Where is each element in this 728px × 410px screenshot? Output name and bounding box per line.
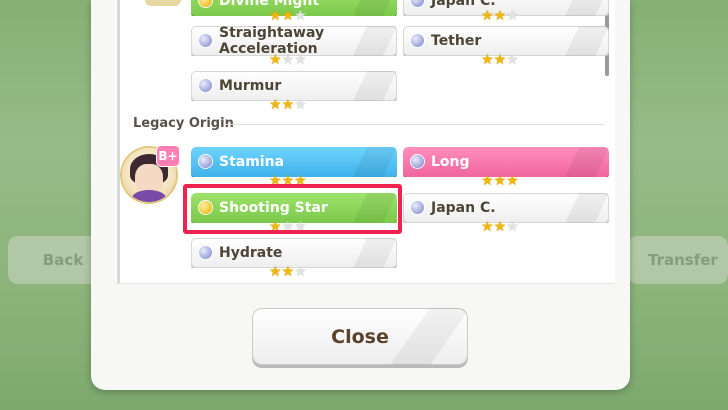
star-icon: ★ (269, 264, 282, 280)
skill-orb-icon (199, 79, 212, 92)
section-title-legacy-origin: Legacy Origin (133, 116, 234, 131)
skill-label: Stamina (219, 154, 285, 170)
avatar-body (132, 190, 166, 202)
rank-badge: B+ (157, 146, 179, 166)
star-icon: ★ (294, 264, 307, 280)
skill-label: Japan C. (431, 200, 496, 216)
star-icon: ★ (294, 52, 307, 68)
star-icon: ★ (506, 8, 519, 24)
star-icon: ★ (269, 97, 282, 113)
list-divider (117, 0, 120, 283)
skill-list[interactable]: Divine Might ★★★ Japan C. ★★★ Straightaw… (115, 0, 615, 284)
star-icon: ★ (506, 52, 519, 68)
star-icon: ★ (481, 219, 494, 235)
star-icon: ★ (269, 8, 282, 24)
skill-orb-icon (199, 0, 212, 7)
star-rating: ★★★ (481, 174, 519, 188)
star-icon: ★ (481, 8, 494, 24)
transfer-button-background: Transfer (628, 236, 728, 284)
star-icon: ★ (281, 264, 295, 280)
star-icon: ★ (481, 173, 494, 189)
star-icon: ★ (506, 173, 519, 189)
star-icon: ★ (269, 52, 282, 68)
star-rating: ★★★ (481, 220, 519, 234)
close-button[interactable]: Close (252, 308, 468, 365)
star-rating: ★★★ (269, 53, 307, 67)
star-icon: ★ (481, 52, 494, 68)
skill-label: Tether (431, 33, 482, 49)
skill-orb-icon (411, 155, 424, 168)
skill-orb-icon (199, 246, 212, 259)
skill-orb-icon (199, 34, 212, 47)
skill-orb-icon (411, 201, 424, 214)
trophy-icon (145, 0, 181, 6)
star-icon: ★ (506, 219, 519, 235)
star-rating: ★★★ (269, 98, 307, 112)
skill-label: Long (431, 154, 470, 170)
skill-label: Hydrate (219, 245, 283, 261)
star-icon: ★ (281, 8, 295, 24)
skill-label: Murmur (219, 78, 282, 94)
star-icon: ★ (281, 97, 295, 113)
star-icon: ★ (281, 52, 295, 68)
skill-orb-icon (199, 155, 212, 168)
star-rating: ★★★ (269, 9, 307, 23)
star-rating: ★★★ (481, 9, 519, 23)
star-rating: ★★★ (269, 265, 307, 279)
star-icon: ★ (493, 52, 507, 68)
star-rating: ★★★ (481, 53, 519, 67)
skill-orb-icon (411, 34, 424, 47)
star-icon: ★ (294, 97, 307, 113)
close-button-label: Close (331, 325, 389, 348)
highlight-frame (183, 184, 402, 234)
star-icon: ★ (493, 8, 507, 24)
skill-orb-icon (411, 0, 424, 7)
star-icon: ★ (294, 8, 307, 24)
star-icon: ★ (493, 173, 507, 189)
section-divider (225, 124, 605, 125)
skill-label: Straightaway Acceleration (219, 25, 325, 57)
star-icon: ★ (493, 219, 507, 235)
